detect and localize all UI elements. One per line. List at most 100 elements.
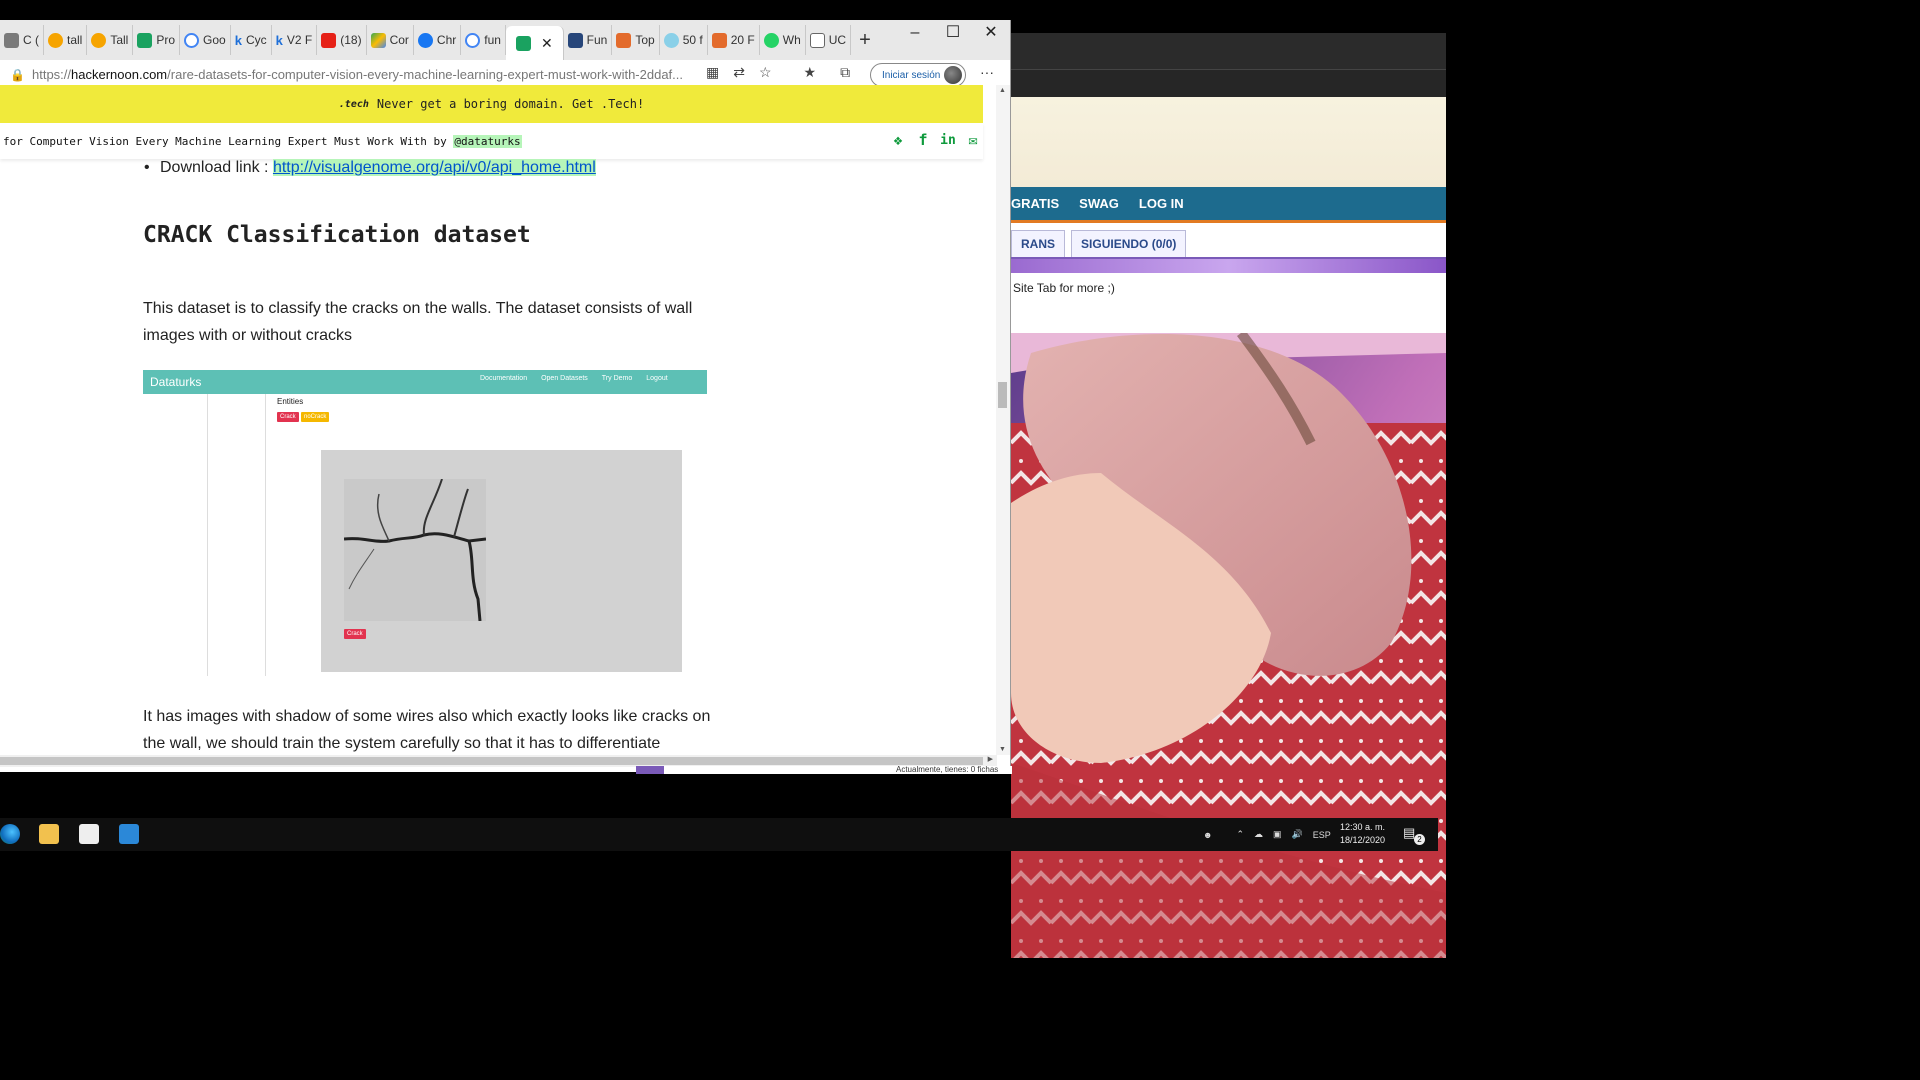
- crack-illustration: [343, 478, 487, 622]
- browser-tab[interactable]: Goo: [180, 25, 231, 55]
- favorite-star-icon[interactable]: ☆: [759, 64, 772, 81]
- signin-button[interactable]: Iniciar sesión: [870, 63, 966, 87]
- tab-label: 50 f: [682, 33, 703, 47]
- browser-tab[interactable]: fun: [461, 25, 506, 55]
- main-browser-window[interactable]: C ( tall Tall Pro Goo k Cyc k V2 F (18) Co…: [0, 20, 1011, 772]
- background-video-image[interactable]: [1011, 333, 1446, 958]
- twitter-icon[interactable]: ❖: [890, 132, 906, 149]
- maximize-button[interactable]: ☐: [934, 20, 972, 50]
- tab-favicon-icon: [91, 32, 107, 48]
- edge-icon[interactable]: [0, 824, 20, 844]
- facebook-icon[interactable]: f: [915, 132, 931, 149]
- tab-label: UC: [828, 33, 847, 47]
- nav-gratis[interactable]: GRATIS: [1011, 196, 1059, 211]
- tab-label: Chr: [436, 33, 457, 47]
- browser-tab[interactable]: UC: [806, 25, 852, 55]
- browser-tab[interactable]: k V2 F: [272, 25, 318, 55]
- reader-view-icon[interactable]: ▦: [706, 64, 719, 81]
- people-icon[interactable]: ☻: [1203, 830, 1212, 840]
- vertical-scrollbar[interactable]: ▲ ▼: [996, 85, 1010, 755]
- onedrive-icon[interactable]: ☁: [1254, 829, 1263, 840]
- browser-tab[interactable]: 50 f: [660, 25, 708, 55]
- browser-tab[interactable]: (18): [317, 25, 367, 55]
- scroll-up-icon[interactable]: ▲: [999, 87, 1006, 94]
- embedded-chip-crack: Crack: [277, 412, 299, 422]
- network-icon[interactable]: ▣: [1273, 829, 1282, 840]
- tab-label: Wh: [782, 33, 801, 47]
- section-heading: CRACK Classification dataset: [143, 222, 531, 248]
- embedded-nav-logout: Logout: [646, 375, 668, 382]
- nav-login[interactable]: LOG IN: [1139, 196, 1184, 211]
- file-explorer-icon[interactable]: [39, 824, 59, 844]
- browser-tab[interactable]: Pro: [133, 25, 181, 55]
- browser-tab[interactable]: Tall: [87, 25, 134, 55]
- clock-time: 12:30 a. m.: [1340, 822, 1386, 832]
- new-tab-button[interactable]: +: [851, 29, 879, 52]
- download-link[interactable]: http://visualgenome.org/api/v0/api_home.…: [272, 159, 596, 176]
- chevron-up-icon[interactable]: ⌃: [1236, 829, 1244, 840]
- tab-rans[interactable]: RANS: [1011, 230, 1066, 257]
- more-options-icon[interactable]: ···: [980, 64, 994, 80]
- active-tab[interactable]: ✕: [505, 26, 564, 60]
- url-path: /rare-datasets-for-computer-vision-every…: [167, 67, 683, 82]
- clock-date: 18/12/2020: [1340, 835, 1386, 845]
- tab-label: Tall: [110, 33, 129, 47]
- minimize-button[interactable]: –: [896, 20, 934, 50]
- email-icon[interactable]: ✉: [965, 132, 981, 149]
- close-window-button[interactable]: ✕: [972, 20, 1010, 50]
- document-icon: [809, 32, 825, 48]
- mail-icon[interactable]: [119, 824, 139, 844]
- translate-icon[interactable]: ⇄: [733, 64, 745, 81]
- store-icon[interactable]: [79, 824, 99, 844]
- tab-favicon-icon: [4, 32, 19, 48]
- avatar: [944, 66, 962, 84]
- clock[interactable]: 12:30 a. m. 18/12/2020: [1340, 821, 1385, 847]
- browser-tab[interactable]: Cor: [367, 25, 414, 55]
- youtube-icon: [321, 32, 337, 48]
- embedded-chip-nocrack: noCrack: [301, 412, 330, 422]
- favorites-list-icon[interactable]: ★: [804, 64, 817, 81]
- language-indicator[interactable]: ESP: [1313, 830, 1331, 840]
- drive-icon: [370, 32, 386, 48]
- browser-tab[interactable]: k Cyc: [231, 25, 272, 55]
- promo-banner[interactable]: .tech Never get a boring domain. Get .Te…: [0, 85, 983, 123]
- background-site-tabs: RANS SIGUIENDO (0/0): [1011, 223, 1446, 259]
- browser-tab[interactable]: C (: [0, 25, 44, 55]
- browser-tab[interactable]: Chr: [414, 25, 462, 55]
- background-footer-strip: Actualmente, tienes: 0 fichas: [636, 766, 1012, 774]
- close-tab-icon[interactable]: ✕: [541, 35, 553, 52]
- tab-label: Cyc: [245, 33, 267, 47]
- download-label: Download link :: [160, 159, 273, 176]
- lock-icon[interactable]: 🔒: [10, 68, 25, 82]
- url-field[interactable]: https://hackernoon.com/rare-datasets-for…: [32, 67, 692, 82]
- linkedin-icon[interactable]: in: [940, 132, 956, 149]
- embedded-brand: Dataturks: [150, 375, 202, 389]
- browser-tab[interactable]: Fun: [564, 25, 613, 55]
- url-host: hackernoon.com: [71, 67, 168, 82]
- browser-tab[interactable]: Wh: [760, 25, 806, 55]
- nav-swag[interactable]: SWAG: [1079, 196, 1119, 211]
- author-handle-link[interactable]: @dataturks: [453, 134, 522, 148]
- taskbar: ☻ ⌃ ☁ ▣ 🔊 ESP 12:30 a. m. 18/12/2020 ▤ 2: [0, 818, 1438, 851]
- background-footer-color: [636, 766, 664, 774]
- article-title-text: for Computer Vision Every Machine Learni…: [3, 134, 454, 148]
- paragraph-shadows: It has images with shadow of some wires …: [143, 708, 711, 752]
- background-site-nav: GRATIS SWAG LOG IN: [1011, 187, 1446, 223]
- vertical-scroll-thumb[interactable]: [998, 382, 1007, 408]
- scroll-down-icon[interactable]: ▼: [999, 746, 1006, 753]
- tab-siguiendo[interactable]: SIGUIENDO (0/0): [1071, 230, 1187, 257]
- dataset-screenshot-image: Dataturks Documentation Open Datasets Tr…: [143, 370, 707, 676]
- embedded-divider: [207, 394, 208, 676]
- embedded-entities-label: Entities: [277, 397, 304, 406]
- collections-icon[interactable]: ⧉: [840, 64, 850, 81]
- horizontal-scroll-thumb[interactable]: [0, 757, 983, 765]
- browser-tab[interactable]: Top: [612, 25, 660, 55]
- tab-favicon-icon: [567, 32, 583, 48]
- background-note: Site Tab for more ;): [1011, 273, 1446, 305]
- notification-center-icon[interactable]: ▤ 2: [1403, 825, 1425, 845]
- scroll-right-icon[interactable]: ▶: [988, 755, 993, 763]
- volume-icon[interactable]: 🔊: [1292, 829, 1303, 840]
- browser-tab[interactable]: 20 F: [708, 25, 760, 55]
- browser-tab[interactable]: tall: [44, 25, 88, 55]
- background-header: [1011, 97, 1446, 187]
